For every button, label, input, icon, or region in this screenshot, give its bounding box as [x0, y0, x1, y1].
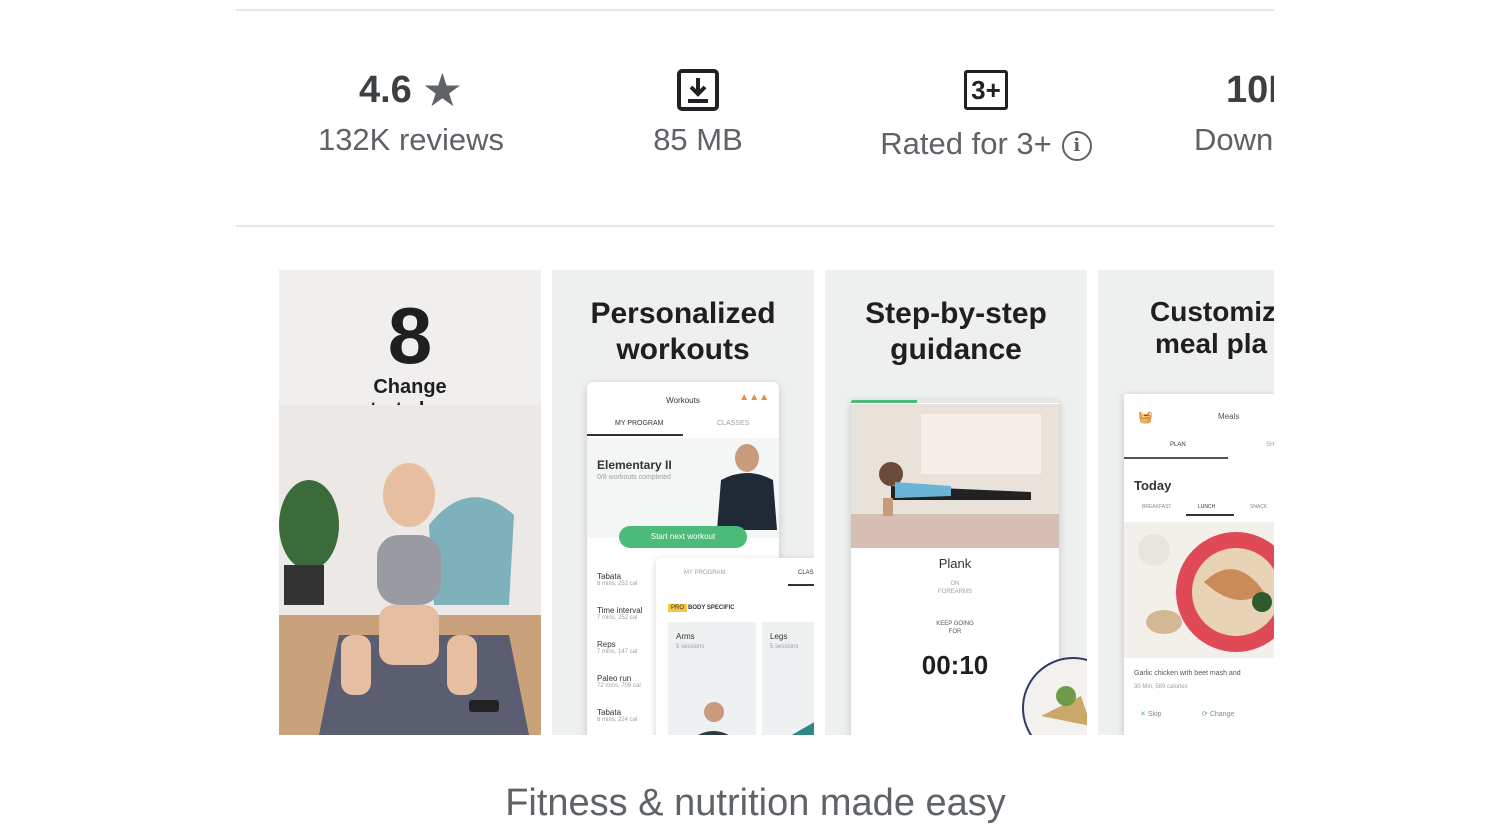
top-divider	[236, 9, 1274, 11]
flames-icon: ▲▲▲	[739, 392, 769, 403]
app-short-description: Fitness & nutrition made easy	[505, 782, 1006, 824]
tab-underline	[587, 434, 683, 436]
screenshot-1[interactable]: 8 Change starts here	[279, 270, 541, 735]
info-icon[interactable]: i	[1061, 130, 1092, 161]
star-icon: ★	[421, 64, 464, 116]
overlay-tab-program: MY PROGRAM	[684, 570, 726, 576]
content-rating-label: Rated for 3+	[880, 126, 1052, 161]
model-photo	[279, 405, 541, 735]
legs-card[interactable]: Legs 5 sessions	[762, 622, 814, 735]
screenshot-carousel[interactable]: 8 Change starts here Personalized workou…	[279, 270, 1274, 735]
start-workout-button[interactable]: Start next workout	[619, 526, 747, 548]
overlay-tab-classes: CLAS	[798, 570, 814, 576]
middle-divider	[236, 225, 1274, 227]
change-button[interactable]: ⟳ Change	[1202, 710, 1234, 718]
meal-tab[interactable]: LUNCH	[1198, 504, 1215, 510]
phone-meals: 🧺 Meals PLAN SH Today BREAKFAST LUNCH SN…	[1124, 394, 1274, 735]
downloads-value: 10I	[1226, 68, 1274, 111]
plank-photo	[851, 404, 1059, 548]
rating-stat[interactable]: 4.6 ★ 132K reviews	[296, 60, 526, 158]
screenshot-title: Personalized workouts	[590, 297, 776, 366]
trainer-photo	[717, 444, 777, 530]
food-plate-photo	[1022, 657, 1087, 735]
size-stat: 85 MB	[608, 60, 788, 158]
tab-underline	[1124, 457, 1228, 459]
download-icon	[677, 69, 719, 111]
section-title: BODY SPECIFIC	[688, 605, 735, 611]
dish-meta: 30 Min, 589 calories	[1134, 684, 1188, 690]
program-name: Elementary II	[597, 458, 672, 472]
meal-tab-underline	[1186, 514, 1234, 516]
screenshot-title: Step-by-step guidance	[865, 297, 1047, 366]
skip-button[interactable]: ✕ Skip	[1140, 710, 1161, 718]
program-progress: 0/8 workouts completed	[597, 474, 671, 481]
app-size: 85 MB	[653, 122, 743, 157]
today-label: Today	[1134, 478, 1172, 493]
refresh-icon: ⟳	[1202, 711, 1208, 718]
tab-plan[interactable]: PLAN	[1170, 442, 1186, 448]
dish-name: Garlic chicken with beet mash and	[1134, 670, 1241, 677]
phone-body-specific: MY PROGRAM CLAS PRO BODY SPECIFIC Arms 5…	[656, 558, 814, 735]
screenshot-title: Customiz meal pla	[1150, 296, 1274, 359]
app-logo: 8	[387, 291, 433, 380]
reviews-count: 132K reviews	[317, 122, 505, 157]
basket-icon: 🧺	[1138, 410, 1153, 424]
tab-my-program[interactable]: MY PROGRAM	[615, 420, 664, 427]
overlay-tab-underline	[788, 584, 814, 586]
screenshot-4[interactable]: Customiz meal pla 🧺 Meals PLAN SH Today …	[1098, 270, 1274, 735]
tab-shopping[interactable]: SH	[1266, 442, 1274, 448]
exercise-name: Plank	[938, 556, 972, 571]
close-icon: ✕	[1140, 711, 1146, 718]
app-stats-row: 4.6 ★ 132K reviews 85 MB 3+ Rated for 3+…	[236, 12, 1274, 224]
progress-bar	[851, 400, 1059, 403]
pro-badge: PRO	[668, 604, 688, 612]
meal-tab[interactable]: BREAKFAST	[1142, 504, 1171, 510]
phone-header: Meals	[1218, 412, 1240, 421]
downloads-label: Down	[1194, 122, 1274, 157]
exercise-sub: ON FOREARMS	[937, 581, 972, 595]
meal-tab[interactable]: SNACK	[1250, 504, 1267, 510]
content-rating-badge: 3+	[964, 70, 1008, 110]
screenshot-2[interactable]: Personalized workouts Workouts ▲▲▲ MY PR…	[552, 270, 814, 735]
rating-value: 4.6	[358, 68, 412, 111]
arms-card[interactable]: Arms 5 sessions	[668, 622, 756, 735]
downloads-stat: 10I Down	[1194, 60, 1274, 158]
screenshot-3[interactable]: Step-by-step guidance Plank ON FOREARMS …	[825, 270, 1087, 735]
dish-photo	[1124, 522, 1274, 658]
content-rating-stat[interactable]: 3+ Rated for 3+ i	[866, 60, 1106, 162]
keep-going-label: KEEP GOING FOR	[936, 621, 974, 635]
tab-classes[interactable]: CLASSES	[717, 420, 749, 427]
